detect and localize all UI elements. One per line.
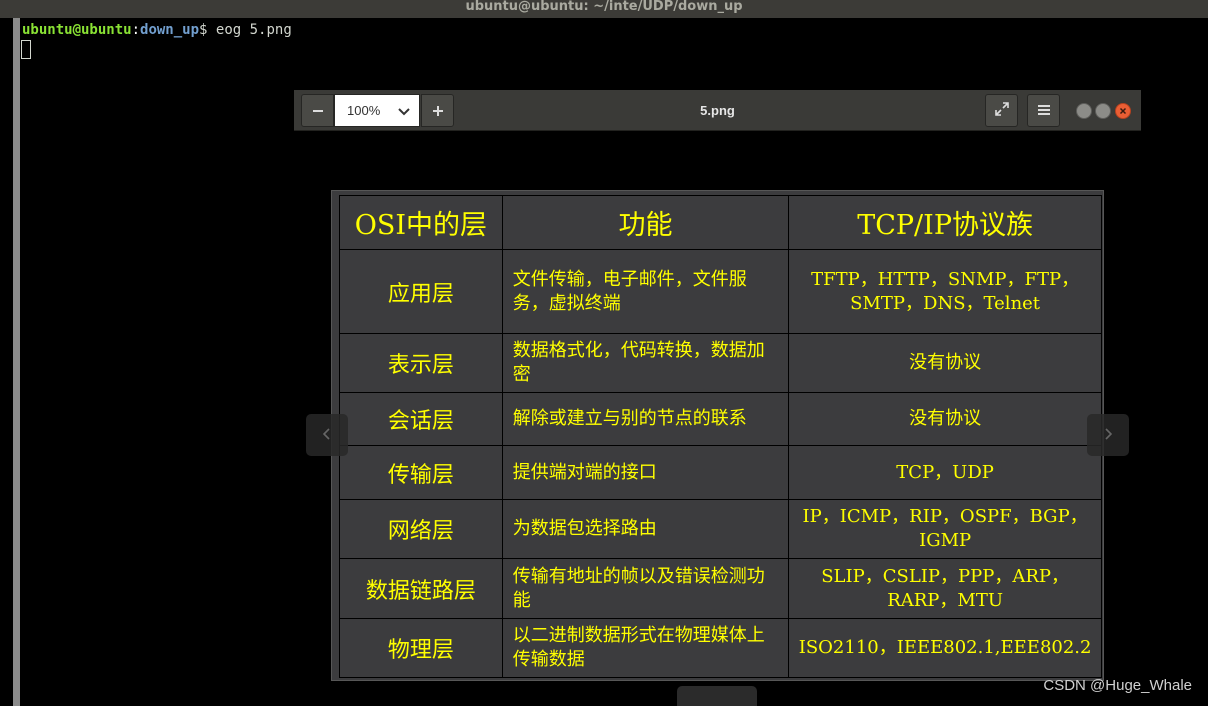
plus-icon <box>432 101 443 120</box>
header-osi-layer: OSI中的层 <box>339 195 503 250</box>
protocol-cell: TCP，UDP <box>788 445 1102 500</box>
layer-cell: 物理层 <box>339 618 503 678</box>
zoom-out-button[interactable] <box>301 94 334 127</box>
terminal-command: eog 5.png <box>207 22 292 38</box>
layer-cell: 表示层 <box>339 333 503 393</box>
function-cell: 为数据包选择路由 <box>501 499 790 559</box>
zoom-level-value: 100% <box>347 103 381 118</box>
minimize-window-button[interactable] <box>1076 103 1092 119</box>
layer-cell: 应用层 <box>339 249 503 334</box>
chevron-left-icon <box>320 426 334 445</box>
function-cell: 提供端对端的接口 <box>501 445 790 500</box>
table-row: 应用层 文件传输，电子邮件，文件服务，虚拟终端 TFTP，HTTP，SNMP，F… <box>339 249 1102 334</box>
table-row: 物理层 以二进制数据形式在物理媒体上传输数据 ISO2110，IEEE802.1… <box>339 618 1102 678</box>
terminal-scroll-edge <box>13 18 20 706</box>
fullscreen-icon <box>994 101 1009 120</box>
image-viewer-headerbar[interactable]: 5.png 100% <box>294 90 1141 131</box>
protocol-cell: IP，ICMP，RIP，OSPF，BGP，IGMP <box>788 499 1102 559</box>
table-row: 会话层 解除或建立与别的节点的联系 没有协议 <box>339 392 1102 446</box>
header-function: 功能 <box>501 195 790 250</box>
displayed-image: OSI中的层 功能 TCP/IP协议族 应用层 文件传输，电子邮件，文件服务，虚… <box>331 190 1104 681</box>
close-window-button[interactable] <box>1115 103 1131 119</box>
zoom-level-combo[interactable]: 100% <box>334 94 420 127</box>
table-row: 传输层 提供端对端的接口 TCP，UDP <box>339 445 1102 500</box>
prompt-colon: : <box>131 22 141 38</box>
terminal-command-line: ubuntu@ubuntu:down_up$ eog 5.png <box>22 21 292 39</box>
protocol-cell: TFTP，HTTP，SNMP，FTP，SMTP，DNS，Telnet <box>788 249 1102 334</box>
table-row: 表示层 数据格式化，代码转换，数据加密 没有协议 <box>339 333 1102 393</box>
menu-button[interactable] <box>1027 94 1060 127</box>
layer-cell: 会话层 <box>339 392 503 446</box>
osi-table: OSI中的层 功能 TCP/IP协议族 应用层 文件传输，电子邮件，文件服务，虚… <box>339 195 1102 678</box>
protocol-cell: SLIP，CSLIP，PPP，ARP，RARP，MTU <box>788 558 1102 619</box>
function-cell: 数据格式化，代码转换，数据加密 <box>501 333 790 393</box>
protocol-cell: 没有协议 <box>788 392 1102 446</box>
fullscreen-button[interactable] <box>985 94 1018 127</box>
function-cell: 解除或建立与别的节点的联系 <box>501 392 790 446</box>
next-image-button[interactable] <box>1087 414 1129 456</box>
function-cell: 传输有地址的帧以及错误检测功能 <box>501 558 790 619</box>
layer-cell: 数据链路层 <box>339 558 503 619</box>
hamburger-menu-icon <box>1037 101 1050 120</box>
header-tcpip: TCP/IP协议族 <box>788 195 1102 250</box>
terminal-titlebar[interactable]: ubuntu@ubuntu: ~/inte/UDP/down_up <box>0 0 1208 18</box>
layer-cell: 网络层 <box>339 499 503 559</box>
table-row: 数据链路层 传输有地址的帧以及错误检测功能 SLIP，CSLIP，PPP，ARP… <box>339 558 1102 619</box>
table-row: 网络层 为数据包选择路由 IP，ICMP，RIP，OSPF，BGP，IGMP <box>339 499 1102 559</box>
zoom-in-button[interactable] <box>421 94 454 127</box>
terminal-cursor <box>21 40 31 59</box>
minus-icon <box>312 101 323 120</box>
layer-cell: 传输层 <box>339 445 503 500</box>
prompt-user: ubuntu@ubuntu <box>22 22 132 38</box>
watermark-text: CSDN @Huge_Whale <box>1043 677 1192 694</box>
table-header-row: OSI中的层 功能 TCP/IP协议族 <box>339 195 1102 250</box>
previous-image-button[interactable] <box>306 414 348 456</box>
protocol-cell: 没有协议 <box>788 333 1102 393</box>
protocol-cell: ISO2110，IEEE802.1,EEE802.2 <box>788 618 1102 678</box>
chevron-down-icon[interactable] <box>397 104 411 123</box>
function-cell: 文件传输，电子邮件，文件服务，虚拟终端 <box>501 249 790 334</box>
rotate-controls[interactable] <box>677 686 757 706</box>
prompt-path: down_up <box>140 22 200 38</box>
function-cell: 以二进制数据形式在物理媒体上传输数据 <box>501 618 790 678</box>
terminal-title: ubuntu@ubuntu: ~/inte/UDP/down_up <box>465 0 743 14</box>
maximize-window-button[interactable] <box>1095 103 1111 119</box>
chevron-right-icon <box>1101 426 1115 445</box>
